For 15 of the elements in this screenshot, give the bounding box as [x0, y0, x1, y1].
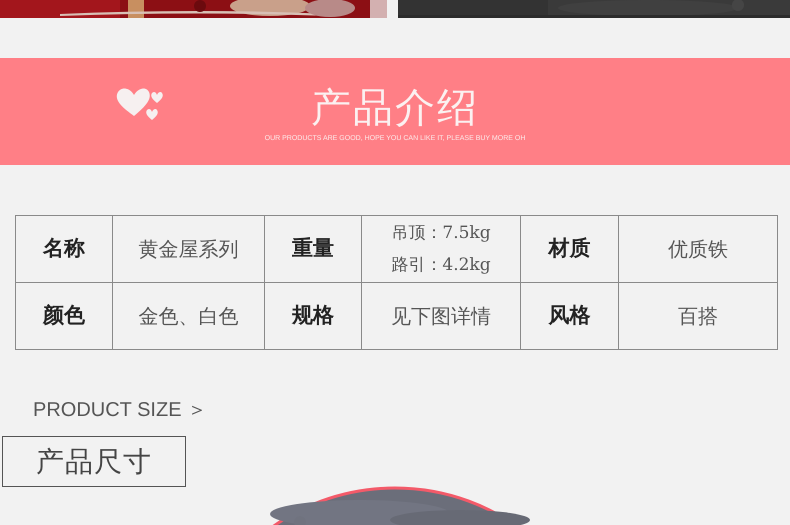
- table-cell: 材质: [520, 216, 618, 282]
- table-cell: 黄金屋系列: [112, 216, 264, 282]
- table-cell: 百搭: [618, 282, 778, 350]
- section-title: 产品尺寸: [2, 436, 186, 487]
- table-cell: 名称: [16, 216, 112, 282]
- table-cell: 规格: [264, 282, 362, 350]
- banner-title: 产品介绍: [311, 85, 479, 132]
- table-cell: 优质铁: [618, 216, 778, 282]
- table-cell: 见下图详情: [362, 282, 520, 350]
- table-cell: 金色、白色: [112, 282, 264, 350]
- table-cell: 风格: [520, 282, 618, 350]
- section-caption: PRODUCT SIZE ＞: [33, 399, 208, 421]
- table-cell: 颜色: [16, 282, 112, 350]
- table-cell: 重量: [264, 216, 362, 282]
- table-cell: 吊顶：7.5kg 路引：4.2kg: [362, 216, 520, 282]
